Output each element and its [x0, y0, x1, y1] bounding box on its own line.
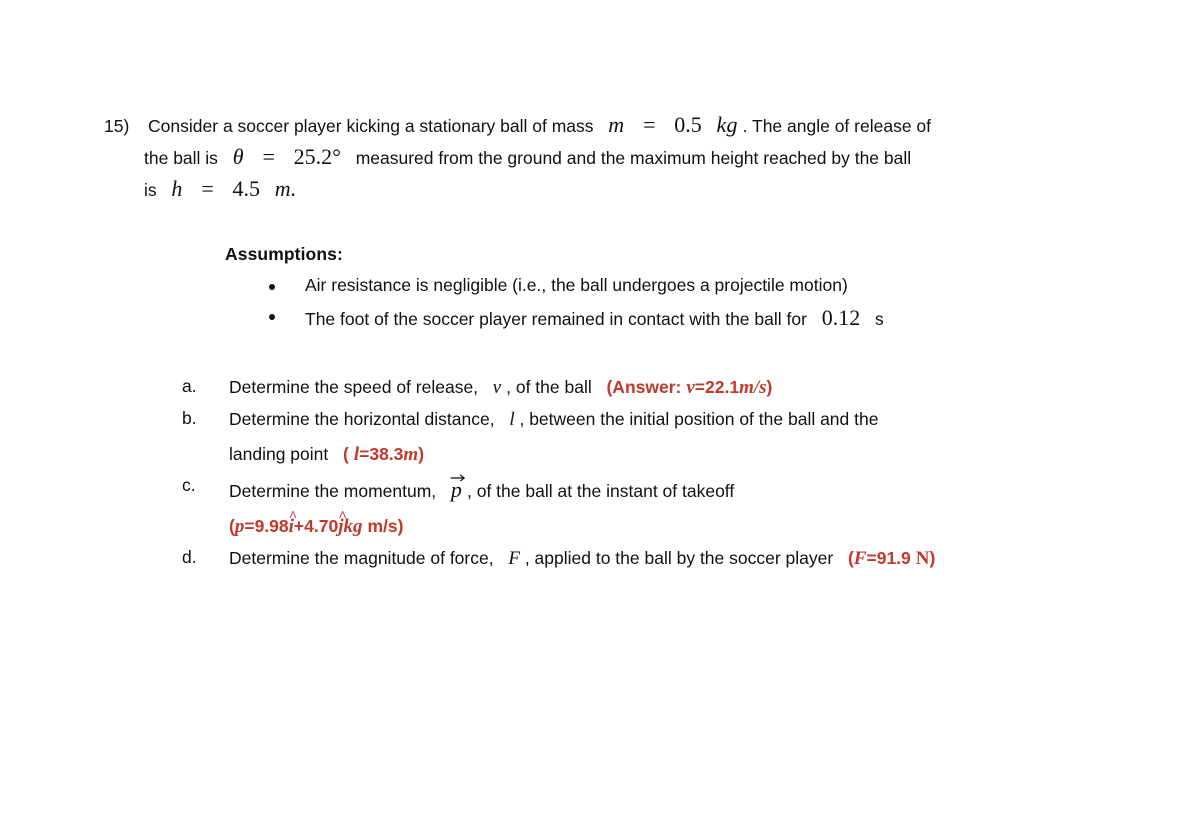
- answer-c-equals: =: [244, 516, 255, 536]
- question-number: 15): [104, 116, 130, 136]
- part-marker-d: d.: [182, 547, 197, 567]
- equals-sign-theta: =: [262, 144, 275, 169]
- list-item: Air resistance is negligible (i.e., the …: [225, 274, 1125, 295]
- assumption-text: The foot of the soccer player remained i…: [305, 309, 807, 329]
- assumptions-heading: Assumptions:: [225, 244, 343, 264]
- part-marker-c: c.: [182, 475, 196, 495]
- part-a-line-1: Determine the speed of release, v , of t…: [229, 378, 1122, 397]
- part-c-text-b: , of the ball at the instant of takeoff: [467, 481, 735, 501]
- part-a-body: Determine the speed of release, v , of t…: [229, 378, 1122, 397]
- assumptions-list: Air resistance is negligible (i.e., the …: [225, 274, 1125, 330]
- assumption-text: Air resistance is negligible (i.e., the …: [305, 274, 848, 295]
- assumption-contact-time-value: 0.12: [821, 305, 861, 330]
- unit-vector-j: ^ j: [338, 510, 347, 537]
- unit-meter-height: m.: [274, 176, 297, 201]
- answer-d-variable: F: [853, 548, 867, 569]
- answer-a-value: 22.1: [705, 377, 740, 397]
- part-b-line-1: Determine the horizontal distance, l , b…: [229, 410, 1122, 429]
- answer-c-close: ): [397, 516, 404, 536]
- answer-a-label: (Answer:: [606, 377, 682, 397]
- value-mass: 0.5: [674, 112, 702, 137]
- question-stem: 15) Consider a soccer player kicking a s…: [104, 114, 1114, 200]
- answer-d-equals: =: [866, 548, 877, 568]
- answer-b: (l=38.3m): [343, 444, 424, 464]
- answer-d-close: ): [929, 548, 936, 568]
- part-b-text-b: , between the initial position of the ba…: [519, 409, 879, 429]
- question-line-2-text-a: the ball is: [144, 148, 218, 168]
- question-part-d: d. Determine the magnitude of force, F ,…: [182, 547, 1122, 568]
- equals-sign-height: =: [201, 176, 214, 201]
- part-a-text-a: Determine the speed of release,: [229, 377, 479, 397]
- part-a-text-b: , of the ball: [506, 377, 592, 397]
- assumptions-section: Assumptions: Air resistance is negligibl…: [225, 244, 1125, 330]
- answer-b-unit: m: [403, 444, 419, 465]
- part-b-line-2: landing point (l=38.3m): [229, 445, 1122, 464]
- question-line-3-text-a: is: [144, 180, 157, 200]
- part-d-body: Determine the magnitude of force, F , ap…: [229, 549, 1122, 568]
- answer-b-equals: =: [359, 444, 370, 464]
- variable-distance: l: [509, 409, 515, 430]
- answer-c-y-value: 4.70: [304, 516, 339, 536]
- answer-a-close: ): [766, 377, 773, 397]
- part-b-body: Determine the horizontal distance, l , b…: [229, 410, 1122, 464]
- unit-vector-i: ^ i: [289, 510, 298, 537]
- part-c-text-a: Determine the momentum,: [229, 481, 437, 501]
- question-line-2-text-b: measured from the ground and the maximum…: [355, 148, 912, 168]
- hat-accent-icon: ^: [338, 509, 347, 525]
- question-part-a: a. Determine the speed of release, v , o…: [182, 376, 1122, 397]
- part-marker-a: a.: [182, 376, 197, 396]
- answer-b-open: (: [343, 444, 349, 464]
- answer-c-x-value: 9.98: [254, 516, 289, 536]
- part-c-body: Determine the momentum, p , of the ball …: [229, 474, 1122, 537]
- answer-c-velocity-unit: m/s: [367, 516, 398, 536]
- question-line-3: is h = 4.5 m.: [144, 178, 1114, 200]
- answer-c-variable: p: [234, 516, 245, 537]
- question-part-b: b. Determine the horizontal distance, l …: [182, 408, 1122, 464]
- answer-d-unit: N: [915, 548, 930, 569]
- answer-a-variable: v: [686, 377, 695, 398]
- variable-velocity: v: [492, 377, 502, 398]
- part-d-text-b: , applied to the ball by the soccer play…: [524, 548, 834, 568]
- part-b-text-c: landing point: [229, 444, 329, 464]
- answer-a-equals: =: [694, 377, 706, 397]
- question-parts-list: a. Determine the speed of release, v , o…: [182, 376, 1122, 581]
- value-angle: 25.2°: [293, 144, 341, 169]
- answer-d-value: 91.9: [876, 548, 911, 568]
- variable-force: F: [508, 548, 520, 569]
- answer-a-unit: m/s: [739, 377, 767, 398]
- bullet-icon: [269, 314, 275, 320]
- variable-momentum: p: [450, 477, 463, 502]
- part-marker-b: b.: [182, 408, 197, 428]
- answer-b-close: ): [418, 444, 425, 464]
- answer-a: (Answer: v=22.1m/s): [606, 377, 772, 397]
- question-line-1-text-a: Consider a soccer player kicking a stati…: [148, 116, 594, 136]
- unit-kilogram: kg: [716, 112, 738, 137]
- hat-accent-icon: ^: [288, 509, 298, 525]
- equals-sign-mass: =: [643, 112, 656, 137]
- part-b-text-a: Determine the horizontal distance,: [229, 409, 495, 429]
- question-line-1-text-b: . The angle of release of: [742, 116, 932, 136]
- question-part-c: c. Determine the momentum, p , of the ba…: [182, 474, 1122, 537]
- part-c-line-1: Determine the momentum, p , of the ball …: [229, 474, 1122, 502]
- bullet-icon: [269, 283, 275, 290]
- variable-theta: θ: [232, 144, 244, 169]
- answer-b-value: 38.3: [369, 444, 404, 464]
- part-d-text-a: Determine the magnitude of force,: [229, 548, 494, 568]
- worksheet-page: 15) Consider a soccer player kicking a s…: [0, 0, 1200, 818]
- answer-d: (F=91.9 N): [848, 548, 935, 568]
- part-c-line-2: (p=9.98 ^ i+4.70 ^ jkg m/s): [229, 510, 1122, 537]
- list-item: The foot of the soccer player remained i…: [225, 307, 1125, 329]
- part-d-line-1: Determine the magnitude of force, F , ap…: [229, 549, 1122, 568]
- answer-c: (p=9.98 ^ i+4.70 ^ jkg m/s): [229, 510, 404, 537]
- assumption-contact-time-unit: s: [874, 309, 884, 329]
- question-line-2: the ball is θ = 25.2° measured from the …: [144, 146, 1114, 168]
- value-height: 4.5: [232, 176, 261, 201]
- variable-height: h: [171, 176, 183, 201]
- variable-mass: m: [608, 112, 625, 137]
- question-line-1: 15) Consider a soccer player kicking a s…: [104, 114, 1114, 136]
- vector-momentum: p: [450, 474, 465, 502]
